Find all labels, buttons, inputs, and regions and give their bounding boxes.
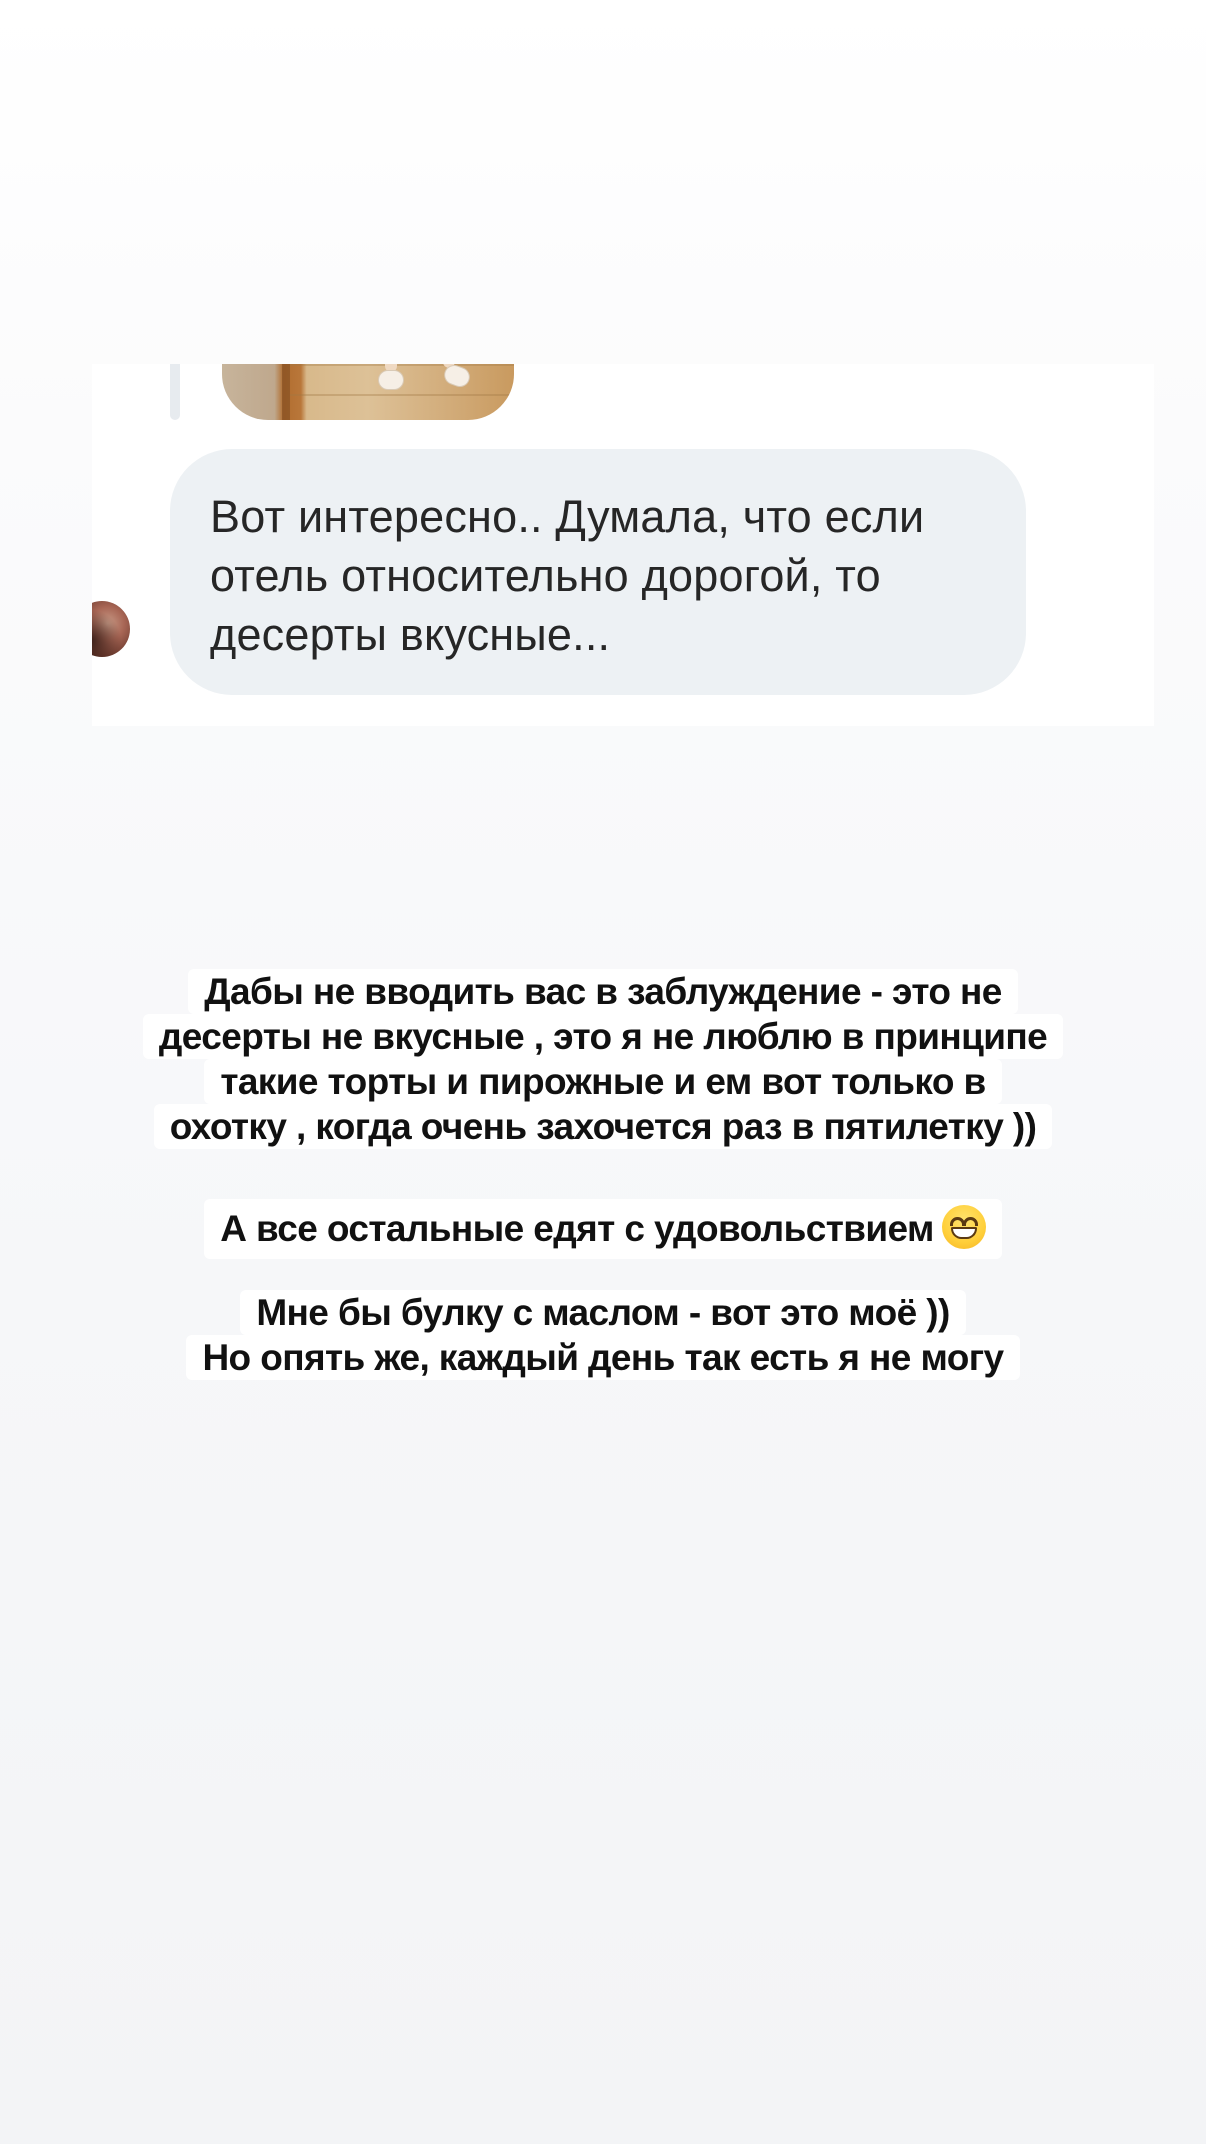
caption-block-others-enjoy: А все остальные едят с удовольствием xyxy=(0,1199,1206,1259)
caption-line: Дабы не вводить вас в заблуждение - это … xyxy=(188,969,1018,1014)
caption-line: Мне бы булку с маслом - вот это моё )) xyxy=(240,1290,966,1335)
photo-floor-line xyxy=(290,364,514,366)
caption-line: охотку , когда очень захочется раз в пят… xyxy=(153,1104,1053,1149)
caption-line-with-emoji: А все остальные едят с удовольствием xyxy=(204,1199,1002,1259)
caption-line: такие торты и пирожные и ем вот только в xyxy=(204,1059,1002,1104)
photo-door-edge xyxy=(282,364,290,420)
photo-floor-line xyxy=(290,394,514,396)
shared-photo-thumbnail[interactable] xyxy=(222,364,514,420)
photo-shoe xyxy=(378,370,404,390)
caption-block-bun-with-butter: Мне бы булку с маслом - вот это моё )) Н… xyxy=(0,1290,1206,1380)
dm-screenshot: Вот интересно.. Думала, что если отель о… xyxy=(92,364,1154,726)
reply-indicator-bar xyxy=(170,364,180,420)
grinning-face-emoji-icon xyxy=(941,1205,986,1249)
caption-line: Но опять же, каждый день так есть я не м… xyxy=(186,1335,1020,1380)
message-text: Вот интересно.. Думала, что если отель о… xyxy=(210,491,925,660)
caption-line: десерты не вкусные , это я не люблю в пр… xyxy=(142,1014,1064,1059)
avatar-photo xyxy=(92,601,130,657)
photo-shoe xyxy=(441,364,473,390)
message-bubble[interactable]: Вот интересно.. Думала, что если отель о… xyxy=(170,449,1026,695)
caption-block-clarification: Дабы не вводить вас в заблуждение - это … xyxy=(0,969,1206,1149)
caption-line-text: А все остальные едят с удовольствием xyxy=(220,1208,934,1249)
sender-avatar[interactable] xyxy=(92,601,130,657)
